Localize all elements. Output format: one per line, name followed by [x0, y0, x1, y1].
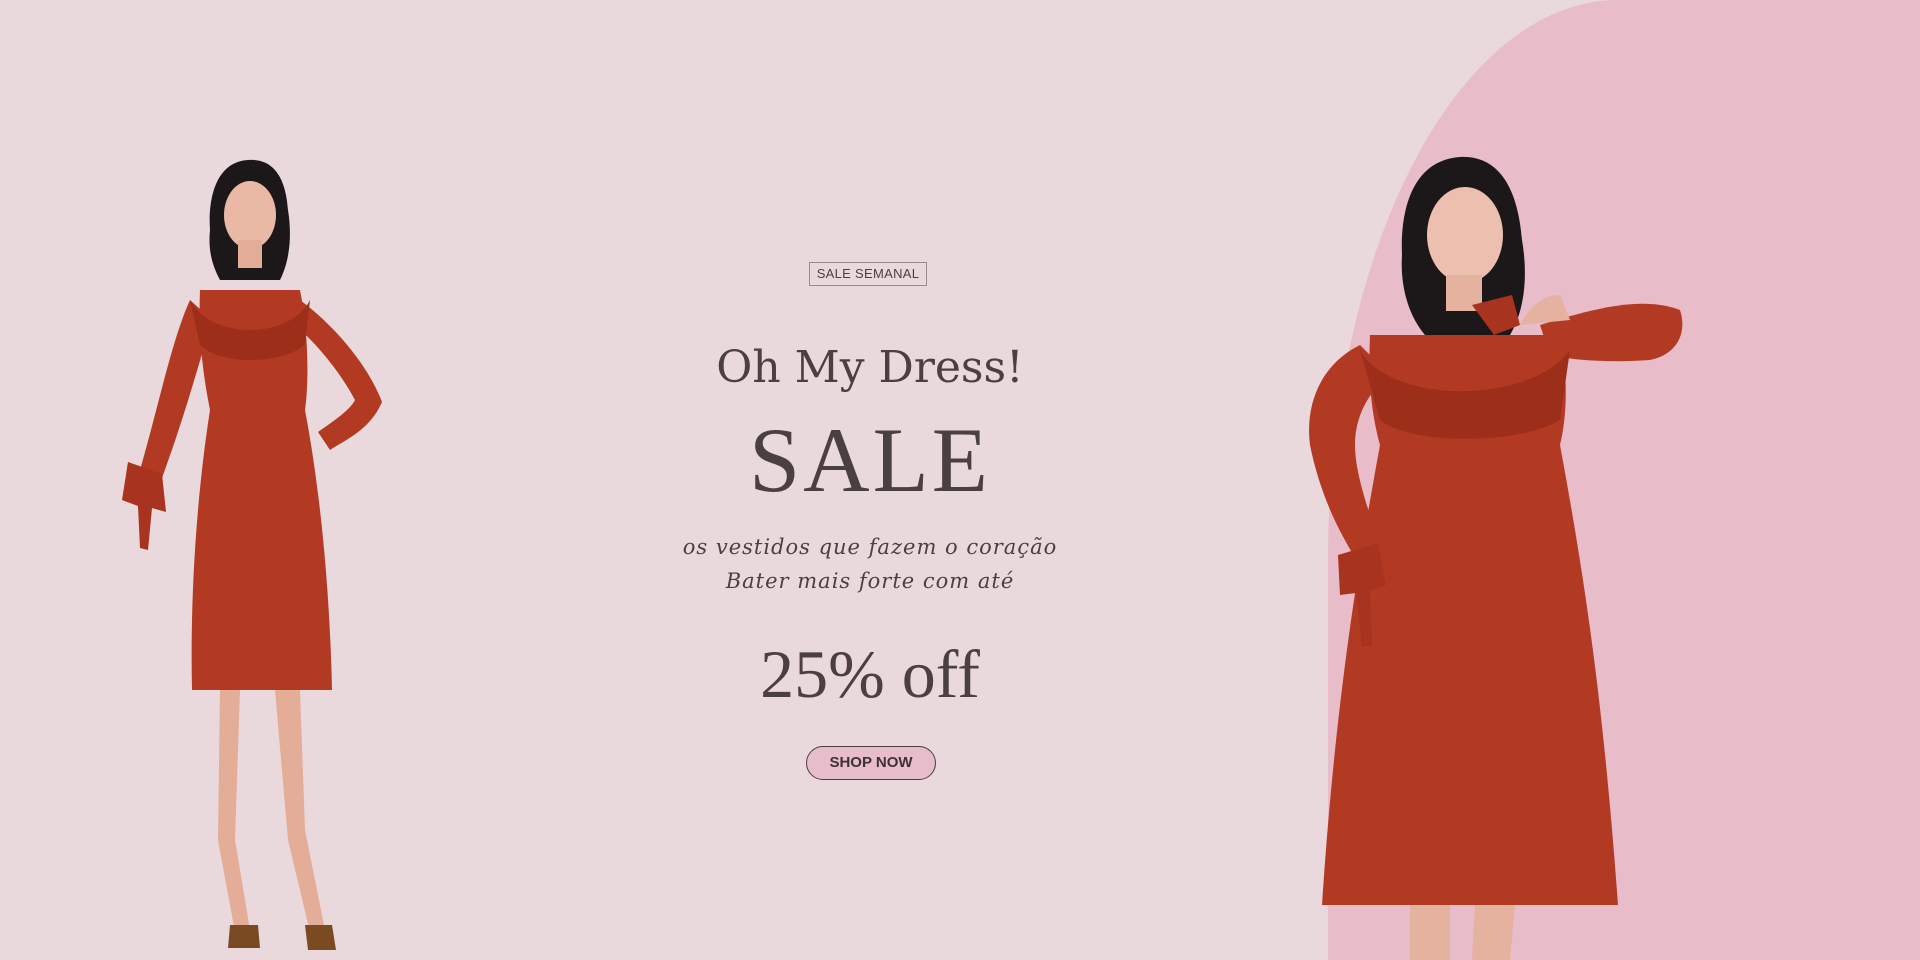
model-left-image [100, 140, 500, 960]
subline-line-1: os vestidos que fazem o coração [682, 535, 1058, 559]
model-right-image [1210, 145, 1770, 960]
discount-offer: 25% off [760, 636, 980, 712]
sale-title: SALE [749, 409, 991, 511]
sale-tag: SALE SEMANAL [809, 262, 927, 286]
subline-line-2: Bater mais forte com até [725, 569, 1015, 593]
subline: os vestidos que fazem o coração Bater ma… [560, 530, 1180, 598]
hero-banner: SALE SEMANAL Oh My Dress! SALE os vestid… [0, 0, 1920, 960]
promo-copy: SALE SEMANAL Oh My Dress! SALE os vestid… [560, 0, 1180, 960]
headline: Oh My Dress! [716, 342, 1024, 393]
shop-now-button[interactable]: SHOP NOW [806, 746, 936, 780]
